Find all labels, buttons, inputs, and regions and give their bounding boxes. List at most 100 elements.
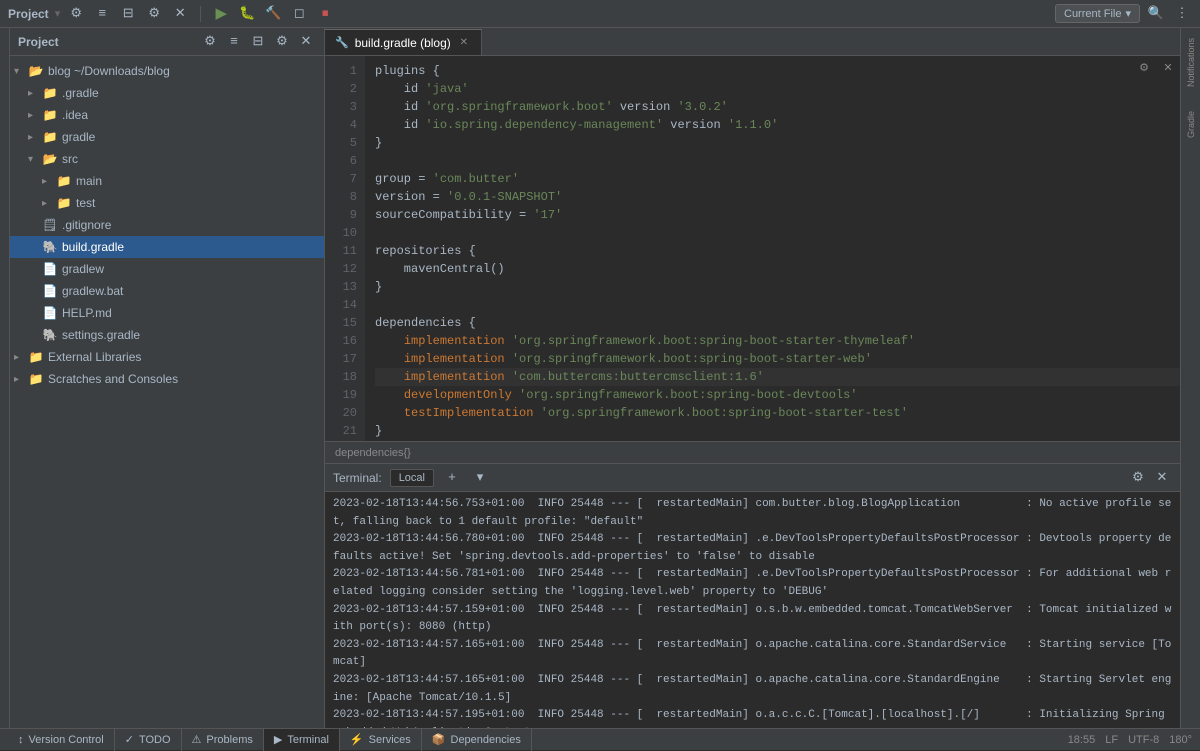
code-line-3: id 'org.springframework.boot' version '3… (375, 98, 1180, 116)
status-tab-label: Dependencies (451, 734, 521, 746)
terminal-header: Terminal: Local + ▾ ⚙ ✕ (325, 464, 1180, 492)
status-tab-problems[interactable]: ⚠Problems (182, 729, 264, 751)
run-icon[interactable]: ▶ (211, 4, 231, 24)
line-number-21: 21 (325, 422, 365, 440)
terminal-content[interactable]: 2023-02-18T13:44:56.753+01:00 INFO 25448… (325, 492, 1180, 728)
sidebar-settings-icon[interactable]: ⚙ (200, 32, 220, 52)
status-info-1: LF (1105, 734, 1118, 746)
status-tab-dependencies[interactable]: 📦 Dependencies (422, 729, 532, 751)
status-tab-todo[interactable]: ✓TODO (115, 729, 182, 751)
tree-item-label: HELP.md (62, 306, 112, 320)
tree-file-icon: 📁 (42, 129, 58, 145)
tree-item-label: blog ~/Downloads/blog (48, 64, 170, 78)
build-gradle-tab[interactable]: 🔧 build.gradle (blog) ✕ (325, 29, 482, 55)
code-text: group = 'com.butter' (375, 170, 519, 188)
editor-tool-icon-1[interactable]: ⚙ (1134, 58, 1154, 78)
sidebar-expand-icon[interactable]: ≡ (224, 32, 244, 52)
status-tab-services[interactable]: ⚡Services (340, 729, 422, 751)
tree-arrow: ▸ (14, 352, 28, 363)
sidebar-item-blog-root[interactable]: ▾📂blog ~/Downloads/blog (10, 60, 324, 82)
line-number-11: 11 (325, 242, 365, 260)
collapse-icon[interactable]: ⊟ (118, 4, 138, 24)
search-icon[interactable]: 🔍 (1146, 4, 1166, 24)
tree-file-icon: 📁 (42, 85, 58, 101)
terminal-close-icon[interactable]: ✕ (1152, 468, 1172, 488)
sidebar-gear-icon[interactable]: ⚙ (272, 32, 292, 52)
code-line-17: implementation 'org.springframework.boot… (375, 350, 1180, 368)
code-text: dependencies { (375, 314, 476, 332)
terminal-settings-icon[interactable]: ⚙ (1128, 468, 1148, 488)
build-icon[interactable]: 🔨 (263, 4, 283, 24)
add-terminal-icon[interactable]: + (442, 468, 462, 488)
tab-label: build.gradle (blog) (355, 36, 451, 50)
sidebar-item-gitignore[interactable]: 🗒.gitignore (10, 214, 324, 236)
sidebar-item-gradlew-bat[interactable]: 📄gradlew.bat (10, 280, 324, 302)
project-label[interactable]: Project (8, 7, 49, 21)
tree-file-icon: 📄 (42, 261, 58, 277)
sidebar-item-scratches[interactable]: ▸📁Scratches and Consoles (10, 368, 324, 390)
tree-file-icon: 📁 (28, 349, 44, 365)
sidebar-collapse-icon[interactable]: ⊟ (248, 32, 268, 52)
debug-icon[interactable]: 🐛 (237, 4, 257, 24)
status-tab-icon: ↕ (18, 734, 24, 746)
current-file-dropdown[interactable]: Current File ▾ (1055, 4, 1140, 23)
tree-item-label: src (62, 152, 78, 166)
sidebar-item-idea-folder[interactable]: ▸📁.idea (10, 104, 324, 126)
gear-icon[interactable]: ⚙ (144, 4, 164, 24)
sidebar-item-gradle-folder[interactable]: ▸📁.gradle (10, 82, 324, 104)
sidebar-item-test-folder[interactable]: ▸📁test (10, 192, 324, 214)
sidebar-item-build-gradle[interactable]: 🐘build.gradle (10, 236, 324, 258)
terminal-dropdown-icon[interactable]: ▾ (470, 468, 490, 488)
line-number-12: 12 (325, 260, 365, 278)
terminal-log-line: 2023-02-18T13:44:57.165+01:00 INFO 25448… (333, 637, 1172, 672)
tree-file-icon: 📂 (42, 151, 58, 167)
tab-icon: 🔧 (335, 36, 349, 49)
status-info-0: 18:55 (1068, 734, 1096, 746)
tree-file-icon: 📁 (56, 173, 72, 189)
editor-close-icon[interactable]: ✕ (1158, 58, 1178, 78)
code-line-2: id 'java' (375, 80, 1180, 98)
sidebar-item-src-folder[interactable]: ▾📂src (10, 148, 324, 170)
gradle-sidebar-icon[interactable]: Gradle (1182, 94, 1200, 154)
structure-sidebar (0, 28, 10, 728)
code-line-10 (375, 224, 1180, 242)
right-sidebar: Notifications Gradle (1180, 28, 1200, 728)
status-tabs: ↕Version Control✓TODO⚠Problems▶Terminal⚡… (8, 729, 532, 751)
tab-close-icon[interactable]: ✕ (457, 36, 471, 50)
line-number-9: 9 (325, 206, 365, 224)
code-text: id 'io.spring.dependency-management' ver… (375, 116, 778, 134)
tree-arrow: ▸ (28, 132, 42, 143)
status-tab-terminal[interactable]: ▶Terminal (264, 729, 340, 751)
sidebar-item-main-folder[interactable]: ▸📁main (10, 170, 324, 192)
sidebar-item-gradlew[interactable]: 📄gradlew (10, 258, 324, 280)
status-tab-icon: 📦 (432, 733, 446, 746)
line-number-13: 13 (325, 278, 365, 296)
expand-icon[interactable]: ≡ (92, 4, 112, 24)
stop-icon[interactable]: ⏹ (315, 4, 335, 24)
code-line-9: sourceCompatibility = '17' (375, 206, 1180, 224)
top-bar-right: Current File ▾ 🔍 ⋮ (1055, 4, 1192, 24)
sidebar-tools: ⚙ ≡ ⊟ ⚙ ✕ (200, 32, 316, 52)
more-icon[interactable]: ⋮ (1172, 4, 1192, 24)
status-tab-version-control[interactable]: ↕Version Control (8, 729, 115, 751)
sidebar-item-ext-libs[interactable]: ▸📁External Libraries (10, 346, 324, 368)
code-line-16: implementation 'org.springframework.boot… (375, 332, 1180, 350)
notifications-sidebar-icon[interactable]: Notifications (1182, 32, 1200, 92)
sidebar-item-help-md[interactable]: 📄HELP.md (10, 302, 324, 324)
tree-file-icon: 🐘 (42, 327, 58, 343)
line-number-19: 19 (325, 386, 365, 404)
code-content[interactable]: plugins { id 'java' id 'org.springframew… (365, 56, 1180, 441)
tree-file-icon: 🗒 (42, 217, 58, 233)
settings-icon[interactable]: ⚙ (66, 4, 86, 24)
coverage-icon[interactable]: ◻ (289, 4, 309, 24)
sidebar-close-icon[interactable]: ✕ (296, 32, 316, 52)
terminal-local-tab[interactable]: Local (390, 469, 434, 487)
code-text: repositories { (375, 242, 476, 260)
sidebar-item-settings-gradle[interactable]: 🐘settings.gradle (10, 324, 324, 346)
close-panel-icon[interactable]: ✕ (170, 4, 190, 24)
status-tab-icon: ⚠ (192, 733, 202, 746)
line-number-7: 7 (325, 170, 365, 188)
sidebar-item-gradle-sub[interactable]: ▸📁gradle (10, 126, 324, 148)
tree-file-icon: 📁 (28, 371, 44, 387)
status-tab-label: Terminal (287, 734, 329, 746)
